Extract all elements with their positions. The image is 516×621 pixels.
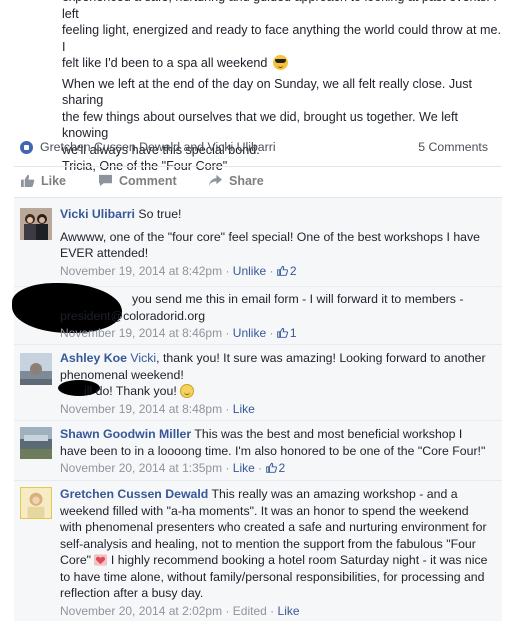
comment-text: you send me this in email form - I will … [132,292,464,306]
likes-number: 2 [289,263,297,278]
comment-body: Shawn Goodwin Miller This was the best a… [60,426,490,477]
meta-separator: · [270,603,275,618]
comment-body: Ashley Koe Vicki, thank you! It sure was… [60,350,490,418]
avatar-photo-icon [20,427,52,459]
post-line: felt like I'd been to a spa all weekend [62,55,502,72]
meta-separator: · [225,401,230,416]
comment-text: So true! [138,207,182,221]
unlike-link[interactable]: Unlike [233,326,266,340]
comment-meta: November 19, 2014 at 8:46pm · Unlike · 1 [60,325,490,342]
mention-link[interactable]: Vicki [130,351,156,365]
avatar-photo-icon [21,488,51,518]
comment-meta: November 20, 2014 at 1:35pm · Like · 2 [60,460,490,477]
comment-likes-count[interactable]: 1 [277,326,297,340]
comment-likes-count[interactable]: 2 [265,461,286,475]
comment-likes-count[interactable]: 2 [277,264,297,278]
comment-author-link[interactable]: Shawn Goodwin Miller [60,427,191,441]
comment-first-line: Vicki Ulibarri So true! [60,206,490,223]
speech-bubble-icon [99,174,112,187]
meta-separator: · [225,263,230,278]
comment-divider [14,420,502,421]
comment-text: ill do! Thank you! [84,384,177,398]
meta-separator: · [269,326,274,340]
comment-text: Awwww, one of the "four core" feel speci… [60,229,480,261]
like-button[interactable]: Like [20,174,66,188]
like-badge-icon [20,141,33,154]
comment-author-link[interactable]: Ashley Koe [60,351,127,365]
sunglasses-emoji-icon [272,55,288,70]
post-line: When we left at the end of the day on Su… [62,76,472,108]
comment-timestamp[interactable]: November 20, 2014 at 2:02pm [60,604,222,618]
comment-timestamp[interactable]: November 19, 2014 at 8:46pm [60,326,222,340]
comment-timestamp[interactable]: November 19, 2014 at 8:42pm [60,264,222,278]
smile-emoji-icon [180,384,195,398]
like-label: Like [41,174,67,188]
like-link[interactable]: Like [233,461,255,475]
post-line: feeling light, energized and ready to fa… [62,23,501,54]
post-line: experienced a safe, nurturing and guided… [62,0,497,21]
share-button[interactable]: Share [208,174,264,188]
avatar[interactable] [20,487,52,519]
comment-meta: November 19, 2014 at 8:42pm · Unlike · 2 [60,263,490,280]
comment-author-link[interactable]: Gretchen Cussen Dewald [60,487,208,501]
heart-emoji-icon [94,554,108,566]
comment-text: president@coloradorid.org [60,308,206,323]
comments-section: Vicki Ulibarri So true! Awwww, one of th… [12,198,502,621]
comment-body: Vicki Ulibarri So true! Awwww, one of th… [60,206,490,280]
comment-author-link[interactable]: Vicki Ulibarri [60,207,135,221]
meta-separator: · [269,263,274,278]
thumbs-up-icon [265,462,277,473]
avatar[interactable] [20,208,52,240]
likes-number: 1 [289,326,297,340]
avatar[interactable] [20,353,52,385]
comment-first-line: Gretchen Cussen Dewald This really was a… [60,486,490,602]
comment-body: you send me this in email form - I will … [60,291,490,342]
divider [14,166,502,167]
likes-summary: Gretchen Cussen Dewald and Vicki Ulibarr… [20,139,496,157]
comment-text: I highly recommend booking a hotel room … [60,553,488,600]
like-link[interactable]: Like [233,402,255,416]
comment-divider [14,480,502,481]
thumbs-up-icon [277,327,288,338]
comment-divider [14,344,502,345]
comment-body: Gretchen Cussen Dewald This really was a… [60,486,490,620]
edited-link[interactable]: Edited [233,604,267,618]
comment-meta: November 19, 2014 at 8:48pm · Like [60,401,490,418]
thumbs-up-icon [277,265,288,276]
comments-count-link[interactable]: 5 Comments [418,140,488,154]
meta-separator: · [225,326,230,340]
post-line: the few things about ourselves that we d… [62,109,459,141]
like-link[interactable]: Like [278,604,300,618]
comment-second-line: ill do! Thank you! [60,383,490,400]
unlike-link[interactable]: Unlike [233,264,266,278]
comment-timestamp[interactable]: November 19, 2014 at 8:48pm [60,402,222,416]
meta-separator: · [225,603,230,618]
comment-first-line: Ashley Koe Vicki, thank you! It sure was… [60,350,490,383]
avatar[interactable] [20,427,52,459]
post-line-text: felt like I'd been to a spa all weekend [62,56,268,70]
meta-separator: · [225,461,230,475]
comment-button[interactable]: Comment [98,174,177,188]
likers-link[interactable]: Gretchen Cussen Dewald and Vicki Ulibarr… [40,140,276,154]
meta-separator: · [258,461,263,475]
share-label: Share [229,174,264,188]
likes-number: 2 [278,461,286,475]
comment-first-line: Shawn Goodwin Miller This was the best a… [60,426,490,459]
avatar-photo-icon [20,208,52,240]
comment-timestamp[interactable]: November 20, 2014 at 1:35pm [60,461,222,475]
share-arrow-icon [209,174,222,187]
comment-label: Comment [119,174,177,188]
thumbs-up-icon [21,174,35,187]
avatar-photo-icon [20,353,52,385]
comment-meta: November 20, 2014 at 2:02pm · Edited · L… [60,603,490,620]
